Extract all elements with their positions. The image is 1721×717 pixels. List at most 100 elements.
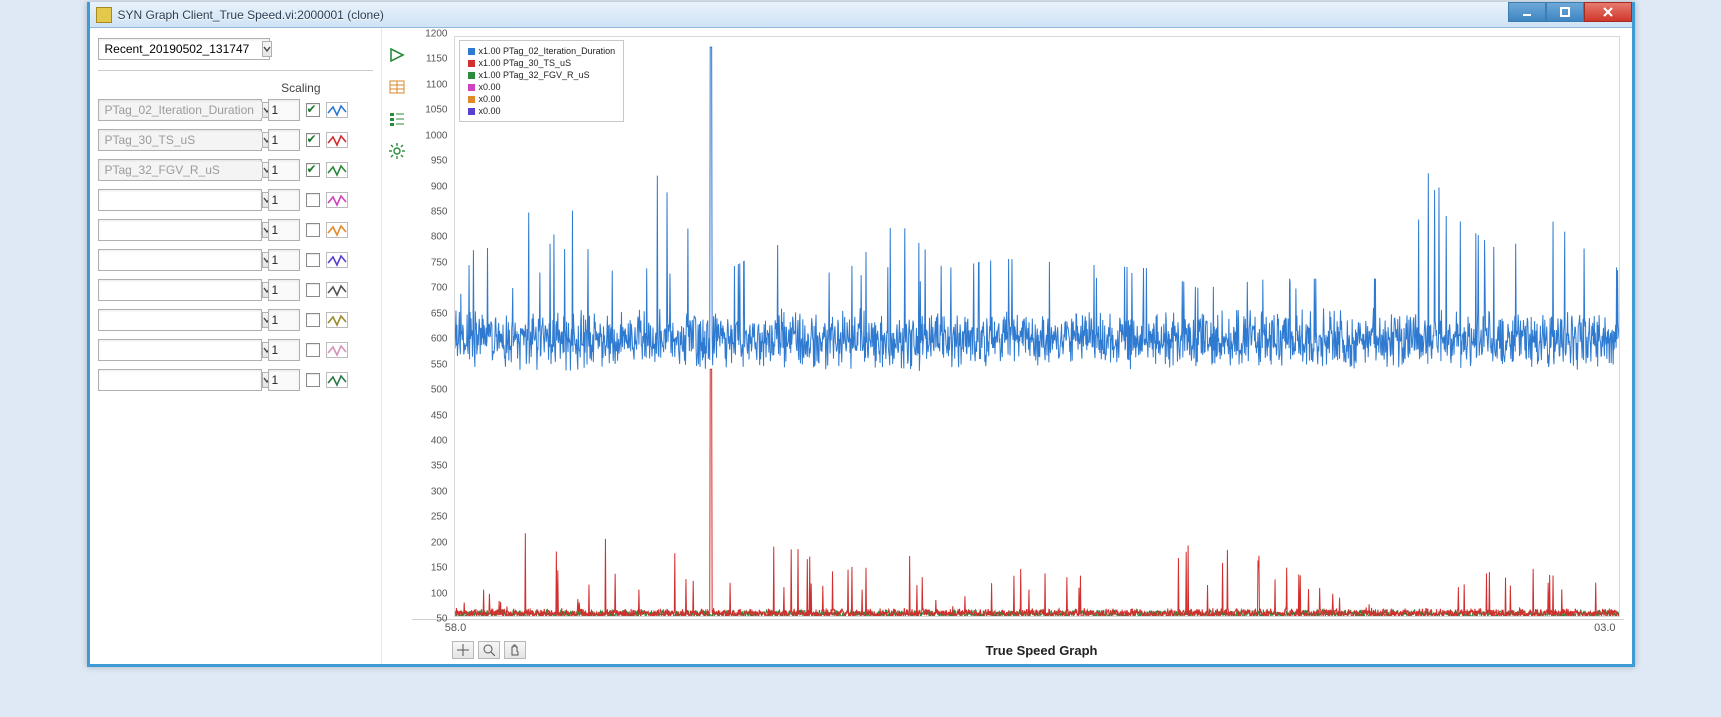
- signal-combo-input[interactable]: [103, 192, 262, 208]
- scale-value: 1: [272, 223, 279, 237]
- scale-value: 1: [272, 103, 279, 117]
- zoom-tool-button[interactable]: [478, 641, 500, 659]
- legend-item: x1.00 PTag_32_FGV_R_uS: [468, 69, 616, 81]
- scale-value: 1: [272, 193, 279, 207]
- visibility-checkbox[interactable]: [306, 283, 320, 297]
- plot-box: 5010015020025030035040045050055060065070…: [412, 34, 1624, 620]
- trace-swatch[interactable]: [326, 132, 348, 148]
- config-panel: Scaling 1111111111: [90, 28, 382, 664]
- signal-combo-input[interactable]: [103, 132, 262, 148]
- trace-swatch[interactable]: [326, 252, 348, 268]
- scale-input[interactable]: 1: [268, 339, 300, 361]
- visibility-checkbox[interactable]: [306, 373, 320, 387]
- signal-combo[interactable]: [98, 369, 262, 391]
- signal-combo-input[interactable]: [103, 222, 262, 238]
- signal-combo[interactable]: [98, 219, 262, 241]
- dataset-combo-input[interactable]: [103, 41, 262, 57]
- trace-swatch[interactable]: [326, 192, 348, 208]
- visibility-checkbox[interactable]: [306, 313, 320, 327]
- trace-swatch[interactable]: [326, 102, 348, 118]
- signal-combo[interactable]: [98, 279, 262, 301]
- legend-item: x0.00: [468, 81, 616, 93]
- signal-row: 1: [98, 309, 373, 331]
- scale-input[interactable]: 1: [268, 369, 300, 391]
- minimize-button[interactable]: [1508, 2, 1546, 22]
- maximize-icon: [1559, 6, 1571, 18]
- trace-swatch[interactable]: [326, 342, 348, 358]
- scale-input[interactable]: 1: [268, 309, 300, 331]
- signal-combo-input[interactable]: [103, 252, 262, 268]
- table-icon[interactable]: [388, 78, 406, 96]
- scale-input[interactable]: 1: [268, 129, 300, 151]
- crosshair-tool-button[interactable]: [452, 641, 474, 659]
- trace-swatch[interactable]: [326, 222, 348, 238]
- trace: [455, 47, 1619, 371]
- signal-combo[interactable]: [98, 99, 262, 121]
- signal-combo[interactable]: [98, 339, 262, 361]
- close-button[interactable]: [1584, 2, 1632, 22]
- titlebar[interactable]: SYN Graph Client_True Speed.vi:2000001 (…: [90, 2, 1632, 28]
- signal-combo[interactable]: [98, 129, 262, 151]
- hand-icon: [509, 644, 521, 656]
- signal-combo-input[interactable]: [103, 282, 262, 298]
- signal-row: 1: [98, 189, 373, 211]
- scale-input[interactable]: 1: [268, 279, 300, 301]
- close-icon: [1602, 6, 1614, 18]
- pan-tool-button[interactable]: [504, 641, 526, 659]
- signal-combo[interactable]: [98, 159, 262, 181]
- visibility-checkbox[interactable]: [306, 193, 320, 207]
- visibility-checkbox[interactable]: [306, 103, 320, 117]
- signal-row: 1: [98, 159, 373, 181]
- gear-icon[interactable]: [388, 142, 406, 160]
- trace-swatch[interactable]: [326, 162, 348, 178]
- y-tick: 750: [431, 257, 448, 268]
- visibility-checkbox[interactable]: [306, 343, 320, 357]
- y-axis-ticks: 5010015020025030035040045050055060065070…: [412, 34, 452, 619]
- app-window: SYN Graph Client_True Speed.vi:2000001 (…: [87, 2, 1635, 667]
- y-tick: 850: [431, 207, 448, 218]
- signal-combo-input[interactable]: [103, 162, 262, 178]
- y-tick: 700: [431, 283, 448, 294]
- scale-value: 1: [272, 163, 279, 177]
- scale-input[interactable]: 1: [268, 249, 300, 271]
- y-tick: 1150: [426, 54, 448, 65]
- visibility-checkbox[interactable]: [306, 253, 320, 267]
- x-axis: 58.0 03.0: [412, 622, 1624, 640]
- signal-combo[interactable]: [98, 189, 262, 211]
- chevron-down-icon[interactable]: [262, 41, 272, 57]
- scale-input[interactable]: 1: [268, 99, 300, 121]
- scale-input[interactable]: 1: [268, 219, 300, 241]
- window-title: SYN Graph Client_True Speed.vi:2000001 (…: [118, 8, 384, 22]
- minimize-icon: [1521, 6, 1533, 18]
- y-tick: 950: [431, 156, 448, 167]
- visibility-checkbox[interactable]: [306, 223, 320, 237]
- plot-area[interactable]: x1.00 PTag_02_Iteration_Durationx1.00 PT…: [454, 36, 1620, 617]
- list-icon[interactable]: [388, 110, 406, 128]
- scale-input[interactable]: 1: [268, 189, 300, 211]
- scale-value: 1: [272, 253, 279, 267]
- signal-combo[interactable]: [98, 249, 262, 271]
- signal-row: 1: [98, 99, 373, 121]
- signal-row: 1: [98, 279, 373, 301]
- signal-combo-input[interactable]: [103, 372, 262, 388]
- dataset-combo[interactable]: [98, 38, 270, 60]
- visibility-checkbox[interactable]: [306, 133, 320, 147]
- maximize-button[interactable]: [1546, 2, 1584, 22]
- signal-combo[interactable]: [98, 309, 262, 331]
- trace-swatch[interactable]: [326, 372, 348, 388]
- signal-combo-input[interactable]: [103, 102, 262, 118]
- scale-value: 1: [272, 313, 279, 327]
- legend-item: x1.00 PTag_30_TS_uS: [468, 57, 616, 69]
- trace-swatch[interactable]: [326, 312, 348, 328]
- signal-combo-input[interactable]: [103, 312, 262, 328]
- scale-input[interactable]: 1: [268, 159, 300, 181]
- y-tick: 100: [431, 588, 448, 599]
- signal-combo-input[interactable]: [103, 342, 262, 358]
- visibility-checkbox[interactable]: [306, 163, 320, 177]
- run-arrow-icon[interactable]: [388, 46, 406, 64]
- scale-value: 1: [272, 283, 279, 297]
- trace: [455, 369, 1619, 616]
- y-tick: 600: [431, 334, 448, 345]
- trace-swatch[interactable]: [326, 282, 348, 298]
- y-tick: 300: [431, 486, 448, 497]
